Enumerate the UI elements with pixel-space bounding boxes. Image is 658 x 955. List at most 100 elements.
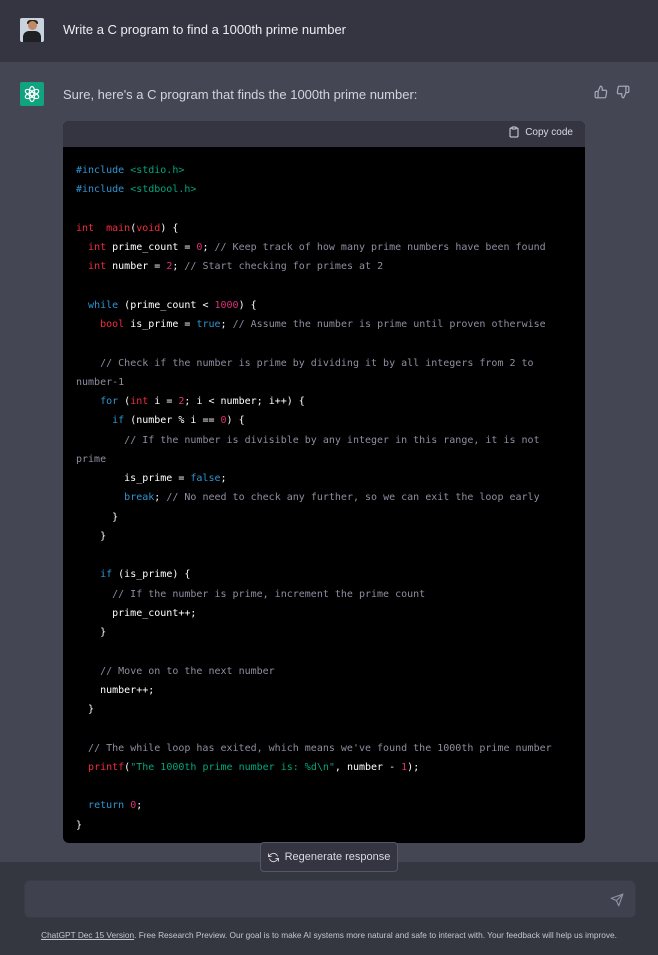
code-token: (	[118, 396, 131, 407]
code-line: printf("The 1000th prime number is: %d\n…	[76, 758, 585, 777]
code-block-header: Copy code	[63, 121, 585, 147]
copy-code-label: Copy code	[525, 126, 573, 138]
code-token: int	[130, 396, 149, 407]
code-line: while (prime_count < 1000) {	[76, 296, 585, 315]
code-token: if	[112, 415, 125, 427]
code-token: #include	[76, 184, 131, 196]
code-token: ; i < number; i++) {	[184, 396, 305, 407]
regenerate-label: Regenerate response	[284, 851, 391, 863]
code-token: number =	[106, 261, 167, 273]
message-input-box[interactable]	[24, 880, 636, 918]
footer-disclaimer: ChatGPT Dec 15 Version. Free Research Pr…	[0, 930, 658, 940]
code-line: if (number % i == 0) {	[76, 411, 585, 430]
code-token: prime_count =	[106, 242, 197, 253]
code-token: // The while loop has exited, which mean…	[88, 742, 552, 754]
code-line: number++;	[76, 681, 585, 700]
code-line: is_prime = false;	[76, 469, 585, 488]
code-token: <stdbool.h>	[130, 184, 197, 196]
code-token: // No need to check any further, so we c…	[166, 492, 540, 504]
code-line: #include <stdio.h>	[76, 161, 585, 180]
footer-text: . Free Research Preview. Our goal is to …	[134, 930, 617, 940]
code-token: void	[136, 222, 161, 234]
code-line: // Move on to the next number	[76, 662, 585, 681]
code-line: }	[76, 508, 585, 527]
code-token: true	[196, 319, 221, 330]
clipboard-icon	[509, 126, 519, 138]
code-token: ;	[202, 242, 215, 253]
assistant-intro-text: Sure, here's a C program that finds the …	[63, 87, 418, 102]
code-token: ;	[220, 473, 227, 484]
code-token: ;	[220, 319, 233, 330]
code-token: (number % i ==	[124, 415, 221, 427]
code-token: prime	[76, 453, 107, 465]
message-input[interactable]	[25, 881, 635, 917]
code-line: return 0;	[76, 796, 585, 815]
regenerate-response-button[interactable]: Regenerate response	[260, 842, 398, 872]
code-token: }	[76, 511, 119, 523]
code-token: ) {	[160, 222, 179, 234]
code-token: // Keep track of how many prime numbers …	[214, 242, 546, 253]
code-token: );	[407, 761, 420, 773]
code-content: #include <stdio.h> #include <stdbool.h> in…	[63, 147, 585, 835]
code-token: bool	[100, 319, 125, 330]
code-token: }	[76, 704, 95, 715]
version-link[interactable]: ChatGPT Dec 15 Version	[41, 930, 134, 940]
code-token: <stdio.h>	[130, 165, 185, 176]
thumbs-down-icon[interactable]	[615, 84, 631, 100]
code-token: i =	[148, 396, 179, 407]
code-token: // Check if the number is prime by divid…	[100, 357, 534, 369]
code-token: if	[100, 569, 113, 581]
code-token: is_prime =	[76, 473, 191, 484]
code-token: for	[100, 396, 119, 407]
code-line: // If the number is divisible by any int…	[76, 431, 585, 450]
code-token: ;	[154, 492, 167, 504]
copy-code-button[interactable]: Copy code	[508, 126, 573, 138]
code-line: break; // No need to check any further, …	[76, 488, 585, 507]
code-line: for (int i = 2; i < number; i++) {	[76, 392, 585, 411]
code-token: while	[88, 299, 119, 311]
code-token: // Start checking for primes at 2	[184, 261, 384, 273]
code-token: }	[76, 530, 107, 542]
code-line: number-1	[76, 373, 585, 392]
thumbs-up-icon[interactable]	[593, 84, 609, 100]
code-token: ;	[172, 261, 185, 273]
code-token: number++;	[76, 684, 155, 696]
code-token: ;	[136, 800, 143, 812]
code-token: int	[76, 222, 95, 234]
code-line: // If the number is prime, increment the…	[76, 585, 585, 604]
code-token: }	[76, 819, 83, 831]
code-line: int main(void) {	[76, 219, 585, 238]
code-token: // Move on to the next number	[100, 665, 275, 677]
code-token: (is_prime) {	[112, 569, 191, 581]
code-token: // If the number is divisible by any int…	[124, 434, 540, 446]
composer-area: ChatGPT Dec 15 Version. Free Research Pr…	[0, 862, 658, 955]
assistant-message-row: Sure, here's a C program that finds the …	[0, 62, 658, 862]
code-line: // Check if the number is prime by divid…	[76, 354, 585, 373]
code-line: int number = 2; // Start checking for pr…	[76, 257, 585, 276]
send-button[interactable]	[609, 892, 625, 908]
code-line: prime	[76, 450, 585, 469]
code-token: break	[124, 492, 155, 504]
code-token: return	[88, 800, 125, 812]
code-token: }	[76, 627, 107, 638]
code-token: false	[190, 473, 221, 484]
code-token: , number -	[334, 761, 402, 773]
code-line: }	[76, 700, 585, 719]
code-line: }	[76, 816, 585, 835]
